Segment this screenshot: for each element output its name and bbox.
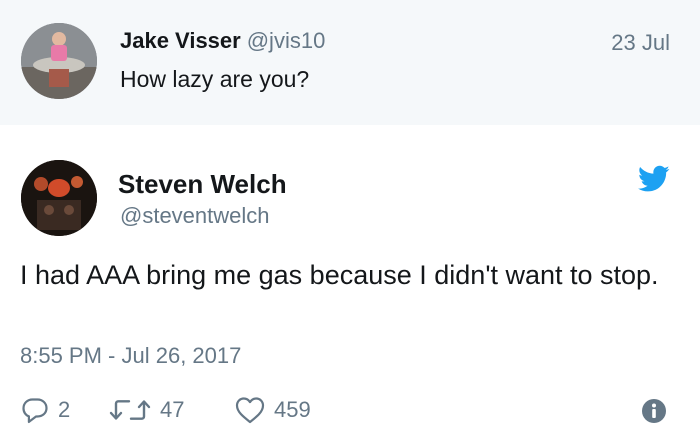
twitter-bird-icon[interactable] (638, 165, 670, 193)
parent-tweet-text: How lazy are you? (120, 66, 310, 92)
retweet-button[interactable]: 47 (108, 395, 184, 425)
info-icon[interactable] (641, 398, 667, 424)
retweet-icon (108, 395, 152, 425)
reply-count: 2 (58, 397, 71, 422)
retweet-count: 47 (160, 397, 185, 422)
reply-button[interactable]: 2 (20, 395, 70, 425)
main-author-avatar[interactable] (21, 160, 97, 236)
heart-icon (234, 395, 266, 425)
parent-author-name[interactable]: Jake Visser (120, 28, 241, 53)
parent-tweet[interactable]: Jake Visser @jvis10 23 Jul How lazy are y… (0, 0, 700, 125)
tweet-actions: 2 47 459 (0, 392, 700, 428)
parent-author-handle[interactable]: @jvis10 (247, 28, 326, 53)
main-tweet-text: I had AAA bring me gas because I didn't … (20, 260, 659, 290)
like-count: 459 (274, 397, 311, 422)
parent-author-line: Jake Visser @jvis10 (120, 28, 325, 54)
like-button[interactable]: 459 (234, 395, 311, 425)
parent-author-avatar[interactable] (21, 23, 97, 99)
reply-icon (20, 395, 50, 425)
parent-tweet-date[interactable]: 23 Jul (611, 30, 670, 56)
main-author-handle[interactable]: @steventwelch (120, 203, 270, 229)
main-author-name[interactable]: Steven Welch (118, 169, 287, 200)
main-tweet-timestamp[interactable]: 8:55 PM - Jul 26, 2017 (20, 343, 241, 369)
